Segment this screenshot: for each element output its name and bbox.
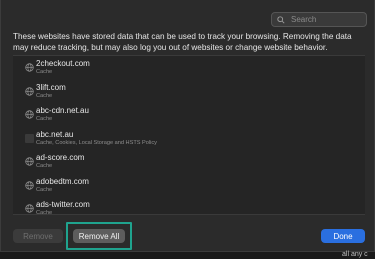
website-list[interactable]: 2checkout.com Cache 3lift.com Cache abc-…	[13, 55, 365, 216]
list-item[interactable]: 2checkout.com Cache	[13, 56, 365, 80]
globe-icon	[25, 63, 34, 72]
list-item[interactable]: 3lift.com Cache	[13, 80, 365, 104]
search-input[interactable]	[291, 15, 367, 24]
site-detail: Cache	[36, 186, 53, 193]
site-name: 3lift.com	[36, 82, 66, 92]
search-icon	[277, 11, 285, 29]
background-window-text: all any c	[342, 251, 368, 258]
site-detail: Cache	[36, 69, 53, 75]
site-name: ad-score.com	[36, 153, 85, 162]
search-field[interactable]	[271, 12, 367, 27]
globe-icon	[25, 86, 34, 96]
site-detail: Cache, Cookies, Local Storage and HSTS P…	[36, 139, 157, 146]
site-favicon-icon	[25, 133, 34, 143]
site-detail: Cache	[36, 210, 53, 216]
site-name: abc-cdn.net.au	[36, 106, 89, 115]
site-detail: Cache	[36, 92, 53, 99]
site-name: adobedtm.com	[36, 176, 89, 186]
done-button[interactable]: Done	[321, 229, 365, 243]
website-data-sheet: These websites have stored data that can…	[0, 0, 375, 252]
site-detail: Cache	[36, 163, 53, 169]
site-name: ads-twitter.com	[36, 200, 90, 209]
globe-icon	[25, 110, 34, 119]
list-item[interactable]: abc-cdn.net.au Cache	[13, 103, 365, 127]
remove-all-button[interactable]: Remove All	[73, 229, 125, 243]
globe-icon	[25, 180, 34, 190]
globe-icon	[25, 204, 34, 213]
list-item[interactable]: abc.net.au Cache, Cookies, Local Storage…	[13, 127, 365, 151]
list-item[interactable]: ad-score.com Cache	[13, 150, 365, 174]
site-name: abc.net.au	[36, 129, 74, 139]
remove-button[interactable]: Remove	[13, 229, 63, 243]
site-detail: Cache	[36, 116, 53, 122]
list-item[interactable]: ads-twitter.com Cache	[13, 197, 365, 221]
globe-icon	[25, 157, 34, 166]
site-name: 2checkout.com	[36, 59, 90, 68]
list-item[interactable]: adobedtm.com Cache	[13, 174, 365, 198]
description-text: These websites have stored data that can…	[13, 32, 352, 52]
